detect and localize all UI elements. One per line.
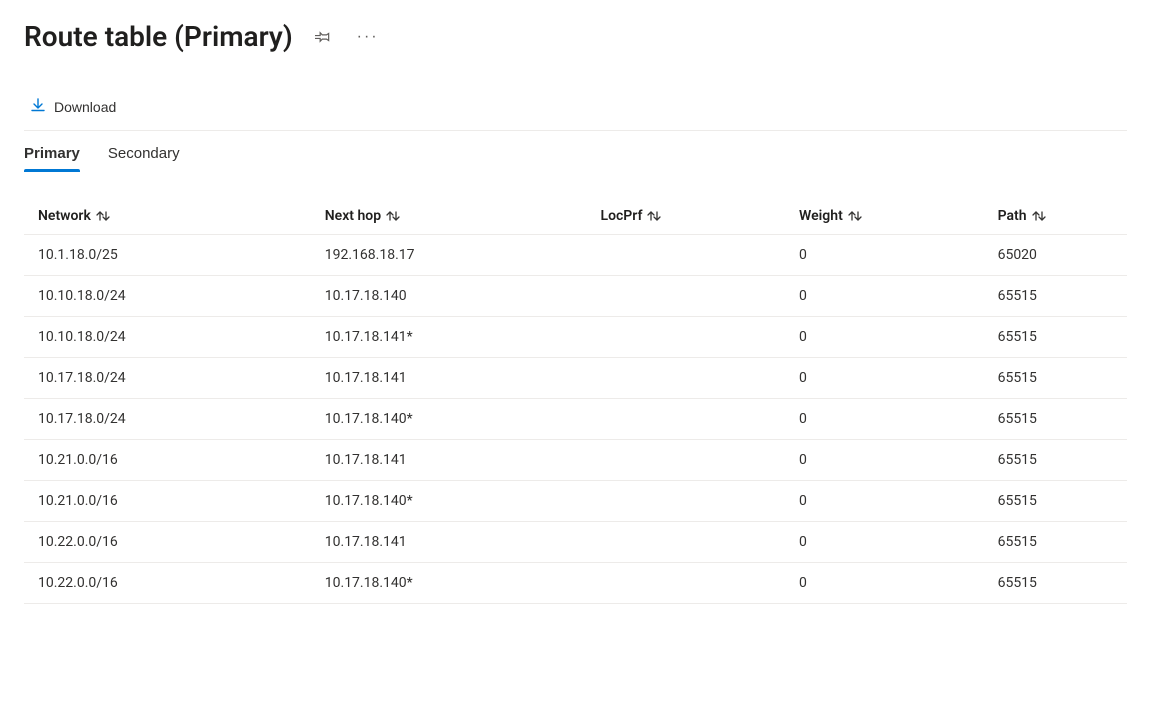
cell-next-hop: 10.17.18.141: [311, 440, 587, 481]
cell-network: 10.22.0.0/16: [24, 522, 311, 563]
table-row: 10.17.18.0/2410.17.18.141 065515: [24, 358, 1127, 399]
column-header-label: Weight: [799, 208, 843, 224]
cell-loc-prf: [587, 235, 786, 276]
cell-next-hop: 10.17.18.141: [311, 522, 587, 563]
table-row: 10.1.18.0/25192.168.18.17 065020: [24, 235, 1127, 276]
download-button[interactable]: Download: [24, 93, 122, 120]
cell-network: 10.21.0.0/16: [24, 481, 311, 522]
cell-next-hop: 192.168.18.17: [311, 235, 587, 276]
column-header-path[interactable]: Path: [984, 198, 1127, 235]
cell-network: 10.21.0.0/16: [24, 440, 311, 481]
cell-path: 65515: [984, 399, 1127, 440]
cell-path: 65515: [984, 358, 1127, 399]
cell-next-hop: 10.17.18.141*: [311, 317, 587, 358]
cell-path: 65515: [984, 440, 1127, 481]
sort-icon: [1031, 209, 1047, 223]
cell-loc-prf: [587, 563, 786, 604]
cell-weight: 0: [785, 235, 984, 276]
page-title: Route table (Primary): [24, 20, 293, 53]
more-actions-button[interactable]: ···: [353, 25, 383, 49]
tab-secondary[interactable]: Secondary: [108, 141, 180, 170]
cell-path: 65515: [984, 317, 1127, 358]
column-header-loc-prf[interactable]: LocPrf: [587, 198, 786, 235]
cell-next-hop: 10.17.18.140*: [311, 481, 587, 522]
column-header-label: LocPrf: [601, 208, 643, 224]
table-row: 10.21.0.0/1610.17.18.141 065515: [24, 440, 1127, 481]
tab-label: Primary: [24, 145, 80, 162]
sort-icon: [847, 209, 863, 223]
table-row: 10.10.18.0/2410.17.18.140 065515: [24, 276, 1127, 317]
cell-loc-prf: [587, 317, 786, 358]
column-header-network[interactable]: Network: [24, 198, 311, 235]
cell-next-hop: 10.17.18.140: [311, 276, 587, 317]
cell-network: 10.17.18.0/24: [24, 399, 311, 440]
download-label: Download: [54, 99, 116, 115]
table-row: 10.21.0.0/1610.17.18.140* 065515: [24, 481, 1127, 522]
sort-icon: [646, 209, 662, 223]
table-row: 10.17.18.0/2410.17.18.140* 065515: [24, 399, 1127, 440]
cell-loc-prf: [587, 522, 786, 563]
cell-path: 65515: [984, 481, 1127, 522]
column-header-next-hop[interactable]: Next hop: [311, 198, 587, 235]
cell-weight: 0: [785, 358, 984, 399]
column-header-weight[interactable]: Weight: [785, 198, 984, 235]
cell-network: 10.10.18.0/24: [24, 276, 311, 317]
column-header-label: Next hop: [325, 208, 381, 224]
pin-button[interactable]: [311, 25, 335, 49]
cell-path: 65020: [984, 235, 1127, 276]
cell-weight: 0: [785, 563, 984, 604]
cell-next-hop: 10.17.18.140*: [311, 399, 587, 440]
sort-icon: [385, 209, 401, 223]
cell-path: 65515: [984, 522, 1127, 563]
cell-loc-prf: [587, 358, 786, 399]
cell-weight: 0: [785, 276, 984, 317]
cell-loc-prf: [587, 440, 786, 481]
route-table: Network Next hop LocPrf Weight Path 10.1.18.…: [24, 198, 1127, 604]
tab-strip: Primary Secondary: [24, 131, 1127, 170]
cell-weight: 0: [785, 399, 984, 440]
cell-loc-prf: [587, 399, 786, 440]
cell-weight: 0: [785, 440, 984, 481]
cell-loc-prf: [587, 481, 786, 522]
table-row: 10.22.0.0/1610.17.18.140* 065515: [24, 563, 1127, 604]
cell-path: 65515: [984, 563, 1127, 604]
tab-primary[interactable]: Primary: [24, 141, 80, 170]
more-icon: ···: [357, 29, 379, 45]
table-row: 10.10.18.0/2410.17.18.141* 065515: [24, 317, 1127, 358]
column-header-label: Network: [38, 208, 91, 224]
cell-weight: 0: [785, 317, 984, 358]
cell-network: 10.1.18.0/25: [24, 235, 311, 276]
cell-network: 10.22.0.0/16: [24, 563, 311, 604]
cell-path: 65515: [984, 276, 1127, 317]
cell-next-hop: 10.17.18.140*: [311, 563, 587, 604]
tab-label: Secondary: [108, 145, 180, 162]
download-icon: [30, 97, 46, 116]
cell-weight: 0: [785, 522, 984, 563]
column-header-label: Path: [998, 208, 1027, 224]
cell-network: 10.17.18.0/24: [24, 358, 311, 399]
cell-network: 10.10.18.0/24: [24, 317, 311, 358]
sort-icon: [95, 209, 111, 223]
cell-next-hop: 10.17.18.141: [311, 358, 587, 399]
pin-icon: [315, 29, 331, 45]
table-row: 10.22.0.0/1610.17.18.141 065515: [24, 522, 1127, 563]
cell-weight: 0: [785, 481, 984, 522]
cell-loc-prf: [587, 276, 786, 317]
